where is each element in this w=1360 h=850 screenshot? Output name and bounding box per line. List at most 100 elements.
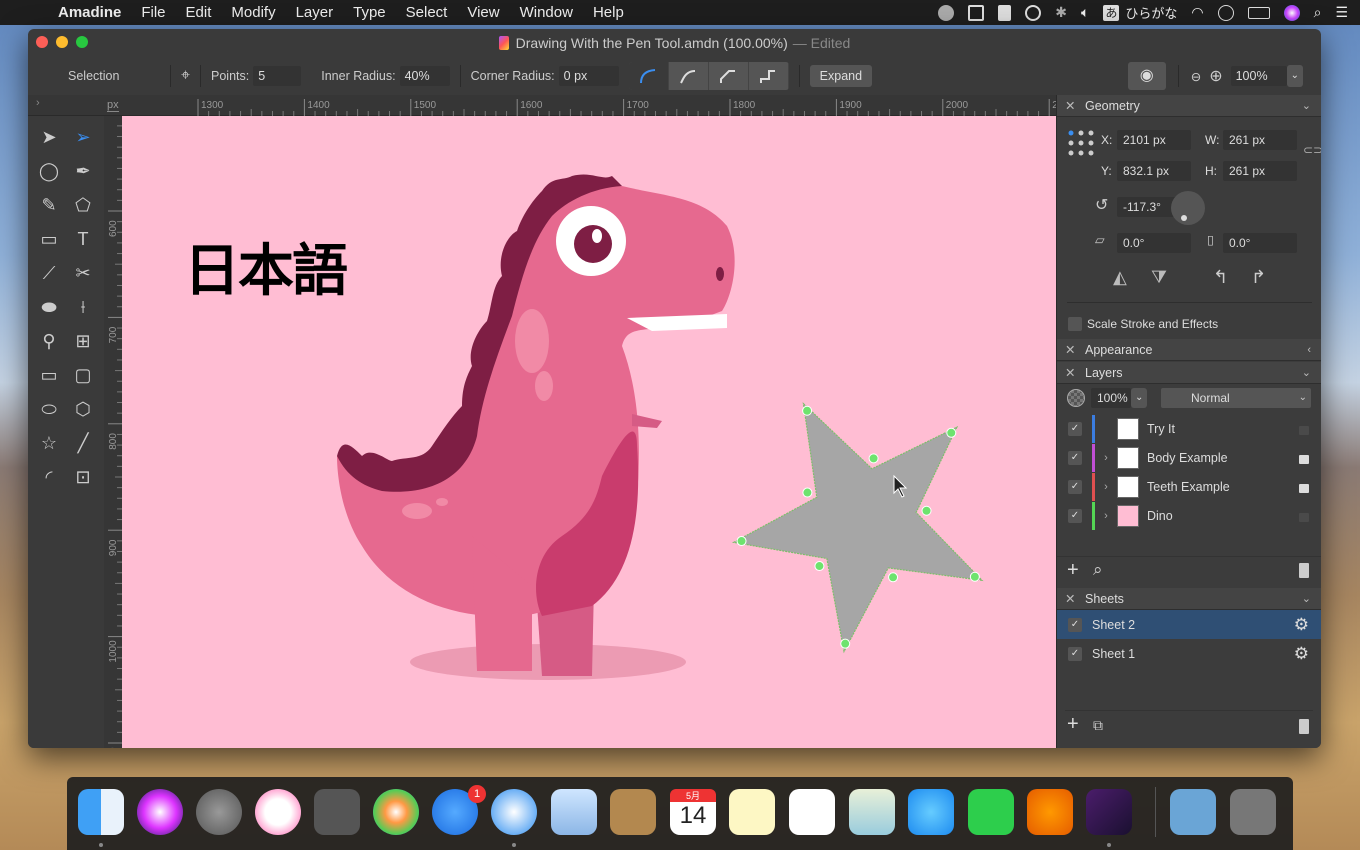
star-tool-icon[interactable]: ☆ (37, 431, 61, 455)
bluetooth-icon[interactable]: ✱ (1055, 4, 1067, 21)
dock-reminders-icon[interactable] (789, 789, 835, 835)
layer-expand-chevron-icon[interactable]: › (1095, 510, 1117, 522)
flip-horizontal-icon[interactable]: ◭ (1113, 267, 1127, 288)
collapse-chevron-icon[interactable]: ⌄ (1302, 366, 1311, 379)
collapse-chevron-icon[interactable]: ⌄ (1302, 99, 1311, 112)
input-method-icon[interactable]: あ (1103, 4, 1120, 21)
beats-icon[interactable] (938, 4, 955, 21)
arrange-sheets-icon[interactable]: ⧉ (1093, 717, 1103, 734)
appearance-panel-header[interactable]: ✕ Appearance ‹ (1057, 339, 1321, 361)
clock-icon[interactable] (1217, 4, 1234, 21)
menu-view[interactable]: View (467, 4, 499, 21)
text-tool-icon[interactable]: T (71, 227, 95, 251)
clipboard-icon[interactable] (998, 4, 1012, 21)
bezigon-tool-icon[interactable]: ⬠ (71, 193, 95, 217)
ellipse-tool-icon[interactable]: ⬭ (37, 397, 61, 421)
arc-tool-icon[interactable]: ◜ (37, 465, 61, 489)
blend-mode-select[interactable]: Normal (1161, 388, 1311, 408)
height-input[interactable]: 261 px (1223, 161, 1297, 181)
layer-row[interactable]: ✓ › Body Example (1057, 443, 1321, 472)
spotlight-icon[interactable]: ⌕ (1314, 4, 1322, 21)
gradient-tool-icon[interactable]: ▭ (37, 227, 61, 251)
dock-launchpad-icon[interactable] (196, 789, 242, 835)
flip-vertical-icon[interactable]: ⧩ (1151, 267, 1167, 288)
anchor-point-handle[interactable] (840, 638, 851, 649)
dock-facetime-icon[interactable] (968, 789, 1014, 835)
inverted-round-corner-icon[interactable] (669, 62, 709, 90)
search-layers-icon[interactable]: ⌕ (1093, 560, 1103, 580)
sheet-visibility-checkbox[interactable]: ✓ (1068, 646, 1082, 661)
delete-sheet-icon[interactable] (1299, 719, 1309, 734)
layer-row[interactable]: ✓ › Dino (1057, 501, 1321, 530)
rotation-input[interactable]: -117.3° (1117, 197, 1177, 217)
close-layers-icon[interactable]: ✕ (1065, 365, 1079, 380)
close-appearance-icon[interactable]: ✕ (1065, 342, 1079, 357)
sheets-panel-header[interactable]: ✕ Sheets ⌄ (1057, 588, 1321, 610)
zoom-window-button[interactable] (76, 36, 88, 48)
layer-expand-chevron-icon[interactable]: › (1095, 481, 1117, 493)
lock-icon[interactable] (1299, 455, 1309, 464)
menu-type[interactable]: Type (353, 4, 386, 21)
dock-app-store-icon[interactable]: 1 (432, 785, 486, 835)
line-tool-icon[interactable]: ╱ (71, 431, 95, 455)
geometry-panel-header[interactable]: ✕ Geometry ⌄ (1057, 95, 1321, 117)
pen-tool-icon[interactable]: ✒ (71, 159, 95, 183)
eraser-tool-icon[interactable]: ⬬ (37, 295, 61, 319)
layer-opacity-input[interactable]: 100% (1091, 388, 1131, 408)
scissors-tool-icon[interactable]: ✂ (71, 261, 95, 285)
anchor-point-handle[interactable] (814, 561, 825, 572)
zoom-out-icon[interactable]: ⊖ (1191, 69, 1201, 84)
layer-row[interactable]: ✓ Try It (1057, 414, 1321, 443)
screen-icon[interactable] (968, 4, 985, 21)
sheet-visibility-checkbox[interactable]: ✓ (1068, 617, 1082, 632)
page-tool-icon[interactable]: ⊡ (71, 465, 95, 489)
dock-mail-icon[interactable] (551, 789, 597, 835)
anchor-point-handle[interactable] (868, 453, 879, 464)
close-sheets-icon[interactable]: ✕ (1065, 591, 1079, 606)
onepassword-icon[interactable] (1025, 4, 1042, 21)
dock-itunes-icon[interactable] (255, 789, 301, 835)
expand-chevron-icon[interactable]: ‹ (1307, 344, 1311, 356)
skew-horizontal-input[interactable]: 0.0° (1117, 233, 1191, 253)
pencil-tool-icon[interactable]: ✎ (37, 193, 61, 217)
layer-visibility-checkbox[interactable]: ✓ (1068, 508, 1082, 523)
polygon-tool-icon[interactable]: ⬡ (71, 397, 95, 421)
minimize-window-button[interactable] (56, 36, 68, 48)
collapse-chevron-icon[interactable]: ⌄ (1302, 592, 1311, 605)
add-sheet-icon[interactable]: + (1067, 713, 1079, 736)
volume-icon[interactable]: 🔈︎ (1081, 4, 1089, 21)
dock-messages-icon[interactable] (908, 789, 954, 835)
select-tool-icon[interactable]: ➤ (37, 125, 61, 149)
dock-siri-icon[interactable] (137, 789, 183, 835)
rectangle-tool-icon[interactable]: ▭ (37, 363, 61, 387)
expand-button[interactable]: Expand (809, 65, 873, 87)
artboard-tool-icon[interactable]: ⊞ (71, 329, 95, 353)
anchor-point-handle[interactable] (736, 536, 747, 547)
inner-radius-input[interactable]: 40% (399, 66, 450, 86)
sheet-settings-gear-icon[interactable]: ⚙ (1294, 644, 1309, 664)
dock-maps-icon[interactable] (849, 789, 895, 835)
dock-trash-icon[interactable] (1230, 789, 1276, 835)
menu-layer[interactable]: Layer (296, 4, 334, 21)
anchor-point-handle[interactable] (969, 571, 980, 582)
menu-edit[interactable]: Edit (186, 4, 212, 21)
menu-modify[interactable]: Modify (231, 4, 275, 21)
crosshair-icon[interactable]: ⌖ (181, 67, 190, 85)
constrain-proportions-icon[interactable]: ⊂⊃ (1303, 143, 1321, 157)
wifi-icon[interactable]: ◠ (1191, 4, 1203, 21)
ime-label[interactable]: ひらがな (1125, 3, 1177, 22)
knife-tool-icon[interactable]: ⟋ (37, 261, 61, 285)
direct-select-tool-icon[interactable]: ➢ (71, 125, 95, 149)
dock-safari-icon[interactable] (491, 789, 537, 835)
width-input[interactable]: 261 px (1223, 130, 1297, 150)
chamfer-corner-icon[interactable] (709, 62, 749, 90)
close-geometry-icon[interactable]: ✕ (1065, 98, 1079, 113)
dock-system-preferences-icon[interactable] (314, 789, 360, 835)
selected-star-shape[interactable] (731, 402, 984, 654)
points-input[interactable]: 5 (253, 66, 302, 86)
sheet-settings-gear-icon[interactable]: ⚙ (1294, 615, 1309, 635)
layer-expand-chevron-icon[interactable]: › (1095, 452, 1117, 464)
eyedropper-tool-icon[interactable]: ⟊ (71, 295, 95, 319)
layer-visibility-checkbox[interactable]: ✓ (1068, 479, 1082, 494)
dock-notes-icon[interactable] (729, 789, 775, 835)
